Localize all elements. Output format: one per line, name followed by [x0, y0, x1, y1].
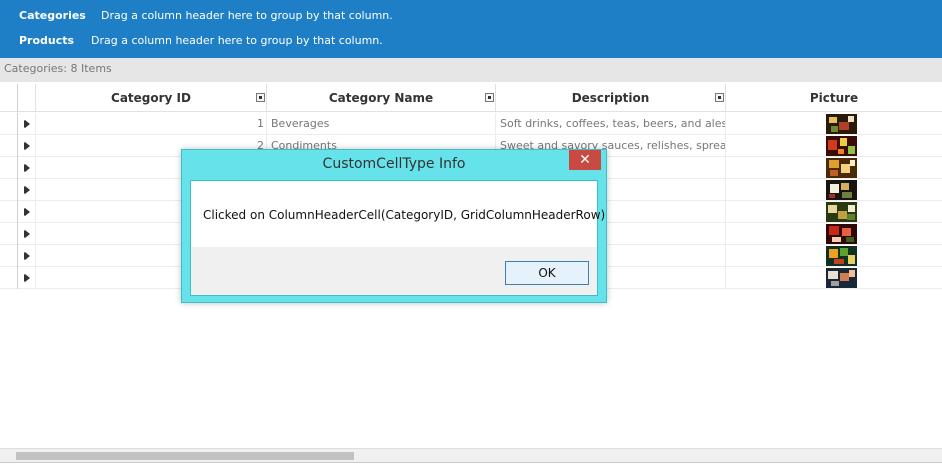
- picture-thumbnail[interactable]: [826, 114, 857, 134]
- scrollbar-thumb[interactable]: [16, 452, 354, 460]
- row-header[interactable]: [0, 157, 30, 179]
- expand-row-icon[interactable]: [18, 245, 36, 267]
- expand-row-icon[interactable]: [18, 267, 36, 289]
- dialog-title: CustomCellType Info: [322, 156, 466, 172]
- dialog-message: Clicked on ColumnHeaderCell(CategoryID, …: [203, 208, 606, 222]
- category-id-cell[interactable]: 1: [36, 113, 267, 135]
- group-hint-text: Drag a column header here to group by th…: [91, 34, 383, 47]
- header-corner[interactable]: [0, 84, 18, 112]
- filter-icon[interactable]: [715, 93, 724, 102]
- picture-thumbnail[interactable]: [826, 224, 857, 244]
- expand-row-icon[interactable]: [18, 113, 36, 135]
- row-header[interactable]: [0, 245, 30, 267]
- dialog-footer: OK: [191, 247, 597, 295]
- horizontal-scrollbar[interactable]: [0, 448, 942, 463]
- group-by-panel[interactable]: Categories Drag a column header here to …: [0, 0, 942, 58]
- group-band-title: Categories: [19, 9, 86, 22]
- column-header-picture[interactable]: Picture: [726, 84, 942, 112]
- column-header-label: Category Name: [328, 91, 434, 105]
- group-band-title: Products: [19, 34, 75, 47]
- filter-icon[interactable]: [256, 93, 265, 102]
- row-header[interactable]: [0, 201, 30, 223]
- expand-row-icon[interactable]: [18, 223, 36, 245]
- ok-button[interactable]: OK: [505, 261, 589, 285]
- column-header-category-name[interactable]: Category Name: [267, 84, 496, 112]
- column-header-label: Description: [571, 91, 650, 105]
- expand-row-icon[interactable]: [18, 201, 36, 223]
- column-header-category-id[interactable]: Category ID: [36, 84, 267, 112]
- description-cell[interactable]: Soft drinks, coffees, teas, beers, and a…: [496, 113, 726, 135]
- expand-row-icon[interactable]: [18, 157, 36, 179]
- column-header-label: Picture: [809, 91, 859, 105]
- header-expander-column: [18, 84, 36, 112]
- expand-row-icon[interactable]: [18, 179, 36, 201]
- row-header[interactable]: [0, 223, 30, 245]
- category-name-cell[interactable]: Beverages: [267, 113, 496, 135]
- table-row[interactable]: 1 Beverages Soft drinks, coffees, teas, …: [0, 113, 942, 135]
- row-header[interactable]: [0, 267, 30, 289]
- info-dialog[interactable]: CustomCellType Info ✕ Clicked on ColumnH…: [181, 149, 607, 303]
- group-hint-text: Drag a column header here to group by th…: [101, 9, 393, 22]
- row-header[interactable]: [0, 179, 30, 201]
- picture-thumbnail[interactable]: [826, 136, 857, 156]
- picture-thumbnail[interactable]: [826, 268, 857, 288]
- column-header-description[interactable]: Description: [496, 84, 726, 112]
- picture-thumbnail[interactable]: [826, 246, 857, 266]
- picture-thumbnail[interactable]: [826, 180, 857, 200]
- row-header[interactable]: [0, 113, 30, 135]
- dialog-body: Clicked on ColumnHeaderCell(CategoryID, …: [190, 180, 605, 296]
- grid-bottom-border: [0, 462, 942, 467]
- filter-icon[interactable]: [485, 93, 494, 102]
- close-icon[interactable]: ✕: [569, 150, 601, 170]
- picture-thumbnail[interactable]: [826, 202, 857, 222]
- picture-thumbnail[interactable]: [826, 158, 857, 178]
- grid-caption: Categories: 8 Items: [0, 58, 942, 82]
- expand-row-icon[interactable]: [18, 135, 36, 157]
- row-header[interactable]: [0, 135, 30, 157]
- column-header-label: Category ID: [111, 91, 191, 105]
- items-count-label: Categories: 8 Items: [4, 62, 112, 75]
